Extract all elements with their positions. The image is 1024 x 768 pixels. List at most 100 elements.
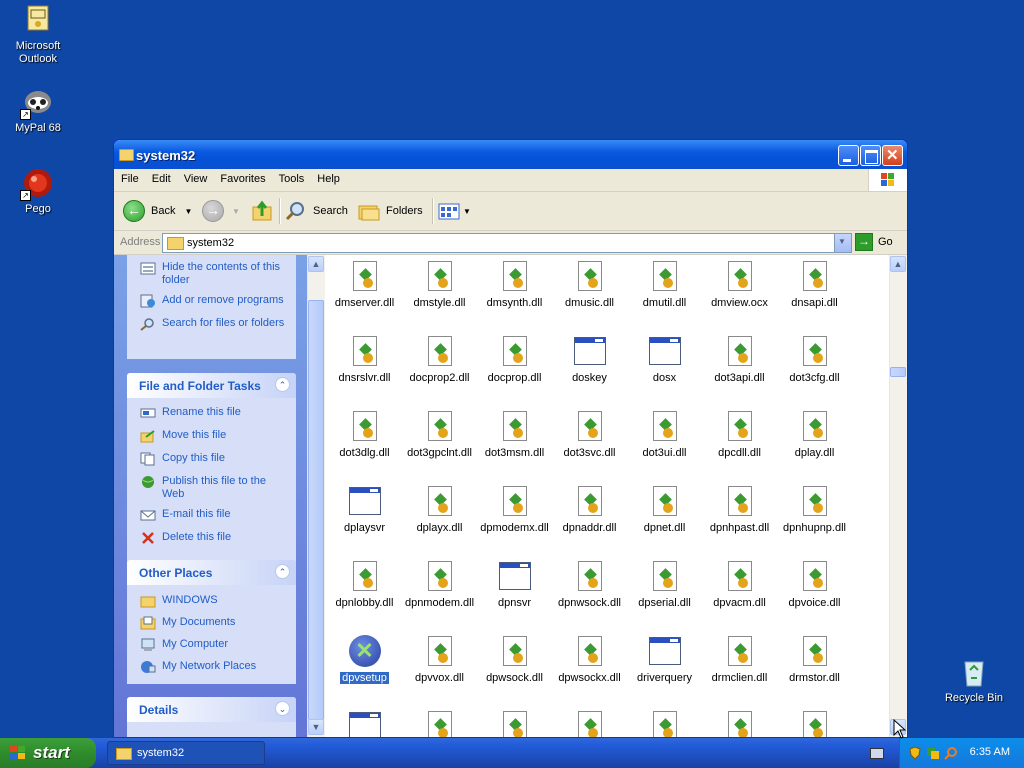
panel-header[interactable]: Other Places ⌃ bbox=[127, 560, 296, 585]
network-tray-icon[interactable] bbox=[926, 746, 940, 760]
file-item[interactable]: drmclien.dll bbox=[702, 635, 777, 684]
file-item[interactable]: dot3ui.dll bbox=[627, 410, 702, 459]
task-hide-contents[interactable]: Hide the contents of this folder bbox=[127, 261, 296, 287]
views-button[interactable]: ▼ bbox=[438, 197, 471, 225]
desktop-icon-mypal[interactable]: ↗ MyPal 68 bbox=[0, 86, 76, 135]
file-item[interactable]: dpserial.dll bbox=[627, 560, 702, 609]
file-item[interactable]: dot3api.dll bbox=[702, 335, 777, 384]
file-item[interactable] bbox=[552, 710, 627, 737]
scroll-thumb[interactable] bbox=[890, 367, 906, 377]
task-publish-web[interactable]: Publish this file to the Web bbox=[127, 475, 296, 501]
clock[interactable]: 6:35 AM bbox=[970, 746, 1010, 758]
menu-view[interactable]: View bbox=[177, 169, 214, 185]
scroll-thumb[interactable] bbox=[308, 300, 324, 720]
search-button[interactable]: Search bbox=[285, 197, 348, 225]
file-item[interactable]: dpnaddr.dll bbox=[552, 485, 627, 534]
go-button[interactable]: → Go bbox=[855, 233, 893, 251]
file-item[interactable]: dpwsockx.dll bbox=[552, 635, 627, 684]
address-dropdown-button[interactable]: ▼ bbox=[834, 234, 851, 252]
file-item[interactable]: dpmodemx.dll bbox=[477, 485, 552, 534]
file-item[interactable]: dot3svc.dll bbox=[552, 410, 627, 459]
title-bar[interactable]: system32 ✕ bbox=[114, 140, 907, 169]
file-item[interactable]: dpvoice.dll bbox=[777, 560, 852, 609]
address-input[interactable]: system32 ▼ bbox=[162, 233, 852, 253]
file-item[interactable]: dpwsock.dll bbox=[477, 635, 552, 684]
file-item[interactable]: driverquery bbox=[627, 635, 702, 684]
file-item[interactable]: dosx bbox=[627, 335, 702, 384]
file-item[interactable] bbox=[402, 710, 477, 737]
maximize-button[interactable] bbox=[860, 145, 881, 166]
file-item[interactable]: dpnhupnp.dll bbox=[777, 485, 852, 534]
file-item[interactable]: dplay.dll bbox=[777, 410, 852, 459]
file-item[interactable]: dmview.ocx bbox=[702, 260, 777, 309]
place-windows[interactable]: WINDOWS bbox=[127, 594, 296, 610]
menu-edit[interactable]: Edit bbox=[145, 169, 177, 185]
file-item[interactable]: dpnwsock.dll bbox=[552, 560, 627, 609]
file-item[interactable]: dot3cfg.dll bbox=[777, 335, 852, 384]
shield-icon[interactable] bbox=[908, 746, 922, 760]
vertical-scrollbar-right[interactable]: ▲ ▼ bbox=[889, 255, 907, 737]
collapse-chevron-icon[interactable]: ⌃ bbox=[275, 377, 290, 392]
scroll-up-button[interactable]: ▲ bbox=[308, 256, 324, 272]
task-rename-file[interactable]: Rename this file bbox=[127, 406, 296, 422]
menu-tools[interactable]: Tools bbox=[272, 169, 311, 185]
file-item[interactable]: dmsynth.dll bbox=[477, 260, 552, 309]
file-item[interactable]: dplayx.dll bbox=[402, 485, 477, 534]
vertical-scrollbar-left[interactable]: ▲ ▼ bbox=[307, 255, 325, 737]
place-my-computer[interactable]: My Computer bbox=[127, 638, 296, 654]
file-item[interactable] bbox=[477, 710, 552, 737]
file-item[interactable]: dpnet.dll bbox=[627, 485, 702, 534]
expand-chevron-icon[interactable]: ⌄ bbox=[275, 701, 290, 716]
desktop-icon-recycle-bin[interactable]: Recycle Bin bbox=[936, 656, 1012, 705]
task-add-remove-programs[interactable]: Add or remove programs bbox=[127, 294, 296, 310]
file-item[interactable]: docprop2.dll bbox=[402, 335, 477, 384]
file-item[interactable]: dot3msm.dll bbox=[477, 410, 552, 459]
file-item[interactable]: dpnlobby.dll bbox=[327, 560, 402, 609]
file-item[interactable]: dmserver.dll bbox=[327, 260, 402, 309]
task-search-files[interactable]: Search for files or folders bbox=[127, 317, 296, 333]
file-item[interactable]: dnsapi.dll bbox=[777, 260, 852, 309]
place-my-network[interactable]: My Network Places bbox=[127, 660, 296, 676]
file-item[interactable]: dpvvox.dll bbox=[402, 635, 477, 684]
file-item[interactable]: dnsrslvr.dll bbox=[327, 335, 402, 384]
file-item[interactable]: doskey bbox=[552, 335, 627, 384]
menu-help[interactable]: Help bbox=[310, 169, 346, 185]
file-item[interactable] bbox=[627, 710, 702, 737]
file-item[interactable]: dmusic.dll bbox=[552, 260, 627, 309]
place-my-documents[interactable]: My Documents bbox=[127, 616, 296, 632]
panel-header[interactable]: File and Folder Tasks ⌃ bbox=[127, 373, 296, 398]
folders-button[interactable]: Folders bbox=[358, 197, 423, 225]
file-item[interactable]: docprop.dll bbox=[477, 335, 552, 384]
file-item[interactable] bbox=[327, 710, 402, 737]
file-item[interactable]: dpvacm.dll bbox=[702, 560, 777, 609]
scroll-down-button[interactable]: ▼ bbox=[308, 719, 324, 735]
close-button[interactable]: ✕ bbox=[882, 145, 903, 166]
back-button[interactable]: ← Back ▼ bbox=[123, 197, 192, 225]
up-folder-button[interactable] bbox=[251, 197, 273, 225]
desktop-icon-pego[interactable]: ↗ Pego bbox=[0, 167, 76, 216]
file-item[interactable]: dpvsetup bbox=[327, 635, 402, 684]
scroll-up-button[interactable]: ▲ bbox=[890, 256, 906, 272]
menu-file[interactable]: File bbox=[114, 169, 145, 185]
desktop-icon-outlook[interactable]: Microsoft Outlook bbox=[0, 4, 76, 66]
panel-header[interactable]: Details ⌄ bbox=[127, 697, 296, 722]
file-item[interactable] bbox=[702, 710, 777, 737]
minimize-button[interactable] bbox=[838, 145, 859, 166]
task-copy-file[interactable]: Copy this file bbox=[127, 452, 296, 468]
file-item[interactable]: dpnsvr bbox=[477, 560, 552, 609]
forward-button[interactable]: → ▼ bbox=[202, 197, 240, 225]
file-item[interactable]: dplaysvr bbox=[327, 485, 402, 534]
file-item[interactable] bbox=[777, 710, 852, 737]
file-item[interactable]: dpnmodem.dll bbox=[402, 560, 477, 609]
task-email-file[interactable]: E-mail this file bbox=[127, 508, 296, 524]
file-item[interactable]: dmutil.dll bbox=[627, 260, 702, 309]
file-item[interactable]: dmstyle.dll bbox=[402, 260, 477, 309]
file-item[interactable]: dot3dlg.dll bbox=[327, 410, 402, 459]
search-tray-icon[interactable] bbox=[944, 746, 958, 760]
file-item[interactable]: dpcdll.dll bbox=[702, 410, 777, 459]
menu-favorites[interactable]: Favorites bbox=[213, 169, 271, 185]
file-item[interactable]: dot3gpclnt.dll bbox=[402, 410, 477, 459]
collapse-chevron-icon[interactable]: ⌃ bbox=[275, 564, 290, 579]
file-item[interactable]: dpnhpast.dll bbox=[702, 485, 777, 534]
taskbar-window-button[interactable]: system32 bbox=[107, 741, 265, 765]
